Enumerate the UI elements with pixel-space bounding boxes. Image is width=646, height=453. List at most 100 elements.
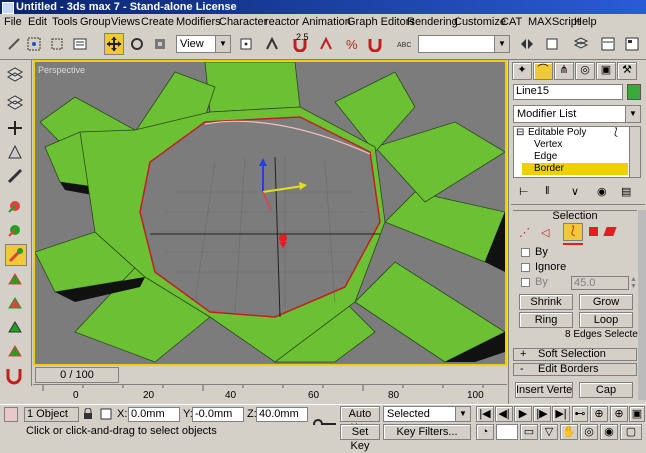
edit-tool-7-icon[interactable] xyxy=(5,342,27,364)
stack-layers-icon[interactable] xyxy=(5,92,27,114)
lock-icon[interactable] xyxy=(82,408,94,420)
show-end-result-icon[interactable]: ‖ xyxy=(545,185,550,197)
named-selection-icon[interactable]: ABC xyxy=(394,33,414,55)
menu-customize[interactable]: Customize xyxy=(454,15,506,29)
snap-hand-icon[interactable] xyxy=(5,142,27,164)
grow-button[interactable]: Grow xyxy=(579,294,633,310)
current-frame-field[interactable] xyxy=(496,424,518,440)
vertex-mode-icon[interactable]: ⋰ xyxy=(519,226,530,239)
layer-manager-icon[interactable] xyxy=(571,33,591,55)
edit-tool-3-icon[interactable] xyxy=(5,244,27,266)
orbit-subobject-icon[interactable]: ◉ xyxy=(600,424,618,440)
shrink-button[interactable]: Shrink xyxy=(519,294,573,310)
menu-help[interactable]: Help xyxy=(574,15,597,29)
set-key-button[interactable]: Set Key xyxy=(340,424,380,452)
next-frame-icon[interactable]: |▶ xyxy=(533,406,551,422)
time-slider[interactable]: 0 / 100 xyxy=(35,367,119,383)
orbit-icon[interactable]: ◎ xyxy=(580,424,598,440)
create-tab-icon[interactable]: ✦ xyxy=(512,62,532,80)
modify-tab-icon[interactable]: ⌒ xyxy=(533,62,553,80)
paint-select-icon[interactable] xyxy=(5,166,27,188)
zoom-all-icon[interactable]: ⊕ xyxy=(610,406,628,422)
by-angle-checkbox[interactable] xyxy=(521,278,530,287)
zoom-extents-icon[interactable]: ▣ xyxy=(629,406,645,422)
x-coordinate-field[interactable]: 0.0mm xyxy=(128,407,180,422)
make-unique-icon[interactable]: ∨ xyxy=(571,185,579,198)
color-swatch[interactable] xyxy=(4,407,18,422)
pivot-center-icon[interactable] xyxy=(236,33,256,55)
menu-graph-editors[interactable]: Graph Editors xyxy=(347,15,415,29)
menu-cat[interactable]: CAT xyxy=(501,15,522,29)
reference-coordinate-dropdown[interactable]: View ▼ xyxy=(176,35,231,53)
collapse-icon[interactable]: ⊟ xyxy=(516,127,524,138)
stack-scrollbar[interactable] xyxy=(629,127,640,177)
perspective-viewport[interactable]: Perspective xyxy=(33,60,507,366)
percent-snap-icon[interactable]: % xyxy=(342,33,362,55)
mirror-icon[interactable] xyxy=(517,33,537,55)
polygon-mode-icon[interactable] xyxy=(589,227,598,236)
stack-item[interactable]: Edge xyxy=(534,151,557,162)
motion-tab-icon[interactable]: ◎ xyxy=(575,62,595,80)
select-rotate-icon[interactable] xyxy=(127,33,147,55)
absolute-mode-icon[interactable] xyxy=(100,408,112,420)
select-move-icon[interactable] xyxy=(104,33,124,55)
track-bar[interactable]: 0 20 40 60 80 100 xyxy=(33,384,507,404)
edit-tool-4-icon[interactable] xyxy=(5,270,27,292)
curve-editor-icon[interactable] xyxy=(598,33,618,55)
stack-item-selected[interactable]: Border xyxy=(522,163,628,175)
play-icon[interactable]: ▶ xyxy=(514,406,532,422)
spinner-snap-icon[interactable] xyxy=(365,33,385,55)
remove-modifier-icon[interactable]: ◉ xyxy=(597,185,607,198)
menu-rendering[interactable]: Rendering xyxy=(407,15,458,29)
edit-tool-2-icon[interactable] xyxy=(5,220,27,242)
spinner-arrows-icon[interactable]: ▲ ▼ xyxy=(630,276,637,290)
hierarchy-tab-icon[interactable]: ⋔ xyxy=(554,62,574,80)
select-by-name-icon[interactable] xyxy=(70,33,90,55)
insert-vertex-button[interactable]: Insert Vertex xyxy=(515,382,573,398)
menu-animation[interactable]: Animation xyxy=(302,15,351,29)
named-selection-sets-dropdown[interactable]: ▼ xyxy=(418,35,510,53)
edit-tool-6-icon[interactable] xyxy=(5,318,27,340)
zoom-icon[interactable]: ⊕ xyxy=(590,406,608,422)
go-to-end-icon[interactable]: ▶| xyxy=(552,406,570,422)
ring-button[interactable]: Ring xyxy=(519,312,573,328)
z-coordinate-field[interactable]: 40.0mm xyxy=(256,407,308,422)
zoom-region-icon[interactable]: ▭ xyxy=(520,424,538,440)
schematic-view-icon[interactable] xyxy=(622,33,642,55)
cap-button[interactable]: Cap xyxy=(579,382,633,398)
manipulate-icon[interactable] xyxy=(262,33,282,55)
select-object-icon[interactable] xyxy=(47,33,67,55)
y-coordinate-field[interactable]: -0.0mm xyxy=(192,407,244,422)
stack-item[interactable]: Vertex xyxy=(534,139,562,150)
menu-maxscript[interactable]: MAXScript xyxy=(528,15,580,29)
key-mode-dropdown[interactable]: Selected ▼ xyxy=(383,406,471,422)
field-of-view-icon[interactable]: ▽ xyxy=(540,424,558,440)
angle-snap-icon[interactable] xyxy=(316,33,336,55)
border-mode-icon[interactable]: ⟅ xyxy=(563,223,583,241)
selection-rollout-header[interactable]: Selection xyxy=(513,210,637,223)
modifier-list-dropdown[interactable]: Modifier List ▼ xyxy=(513,105,641,123)
menu-create[interactable]: Create xyxy=(141,15,174,29)
key-mode-toggle-icon[interactable]: ⊷ xyxy=(572,406,588,422)
menu-character[interactable]: Character xyxy=(219,15,267,29)
pan-icon[interactable]: ✋ xyxy=(560,424,578,440)
pin-stack-icon[interactable]: ⊢ xyxy=(519,185,529,198)
menu-tools[interactable]: Tools xyxy=(52,15,78,29)
create-plus-icon[interactable] xyxy=(5,118,27,140)
object-name-field[interactable]: Line15 xyxy=(513,84,623,100)
configure-sets-icon[interactable]: ▤ xyxy=(621,185,631,198)
previous-frame-icon[interactable]: ◀| xyxy=(495,406,513,422)
edge-mode-icon[interactable]: ◁ xyxy=(541,226,549,239)
loop-button[interactable]: Loop xyxy=(579,312,633,328)
menu-reactor[interactable]: reactor xyxy=(265,15,299,29)
go-to-start-icon[interactable]: |◀ xyxy=(476,406,494,422)
align-icon[interactable] xyxy=(542,33,562,55)
ignore-backfacing-checkbox[interactable] xyxy=(521,263,530,272)
object-color-swatch[interactable] xyxy=(627,84,641,100)
layers-icon[interactable] xyxy=(5,66,27,88)
soft-selection-rollout-header[interactable]: + Soft Selection xyxy=(513,348,637,361)
time-config-icon[interactable]: ◔ xyxy=(476,424,494,440)
utilities-tab-icon[interactable]: ⚒ xyxy=(617,62,637,80)
stack-item[interactable]: Editable Poly xyxy=(528,127,586,138)
select-link-icon[interactable] xyxy=(24,33,44,55)
